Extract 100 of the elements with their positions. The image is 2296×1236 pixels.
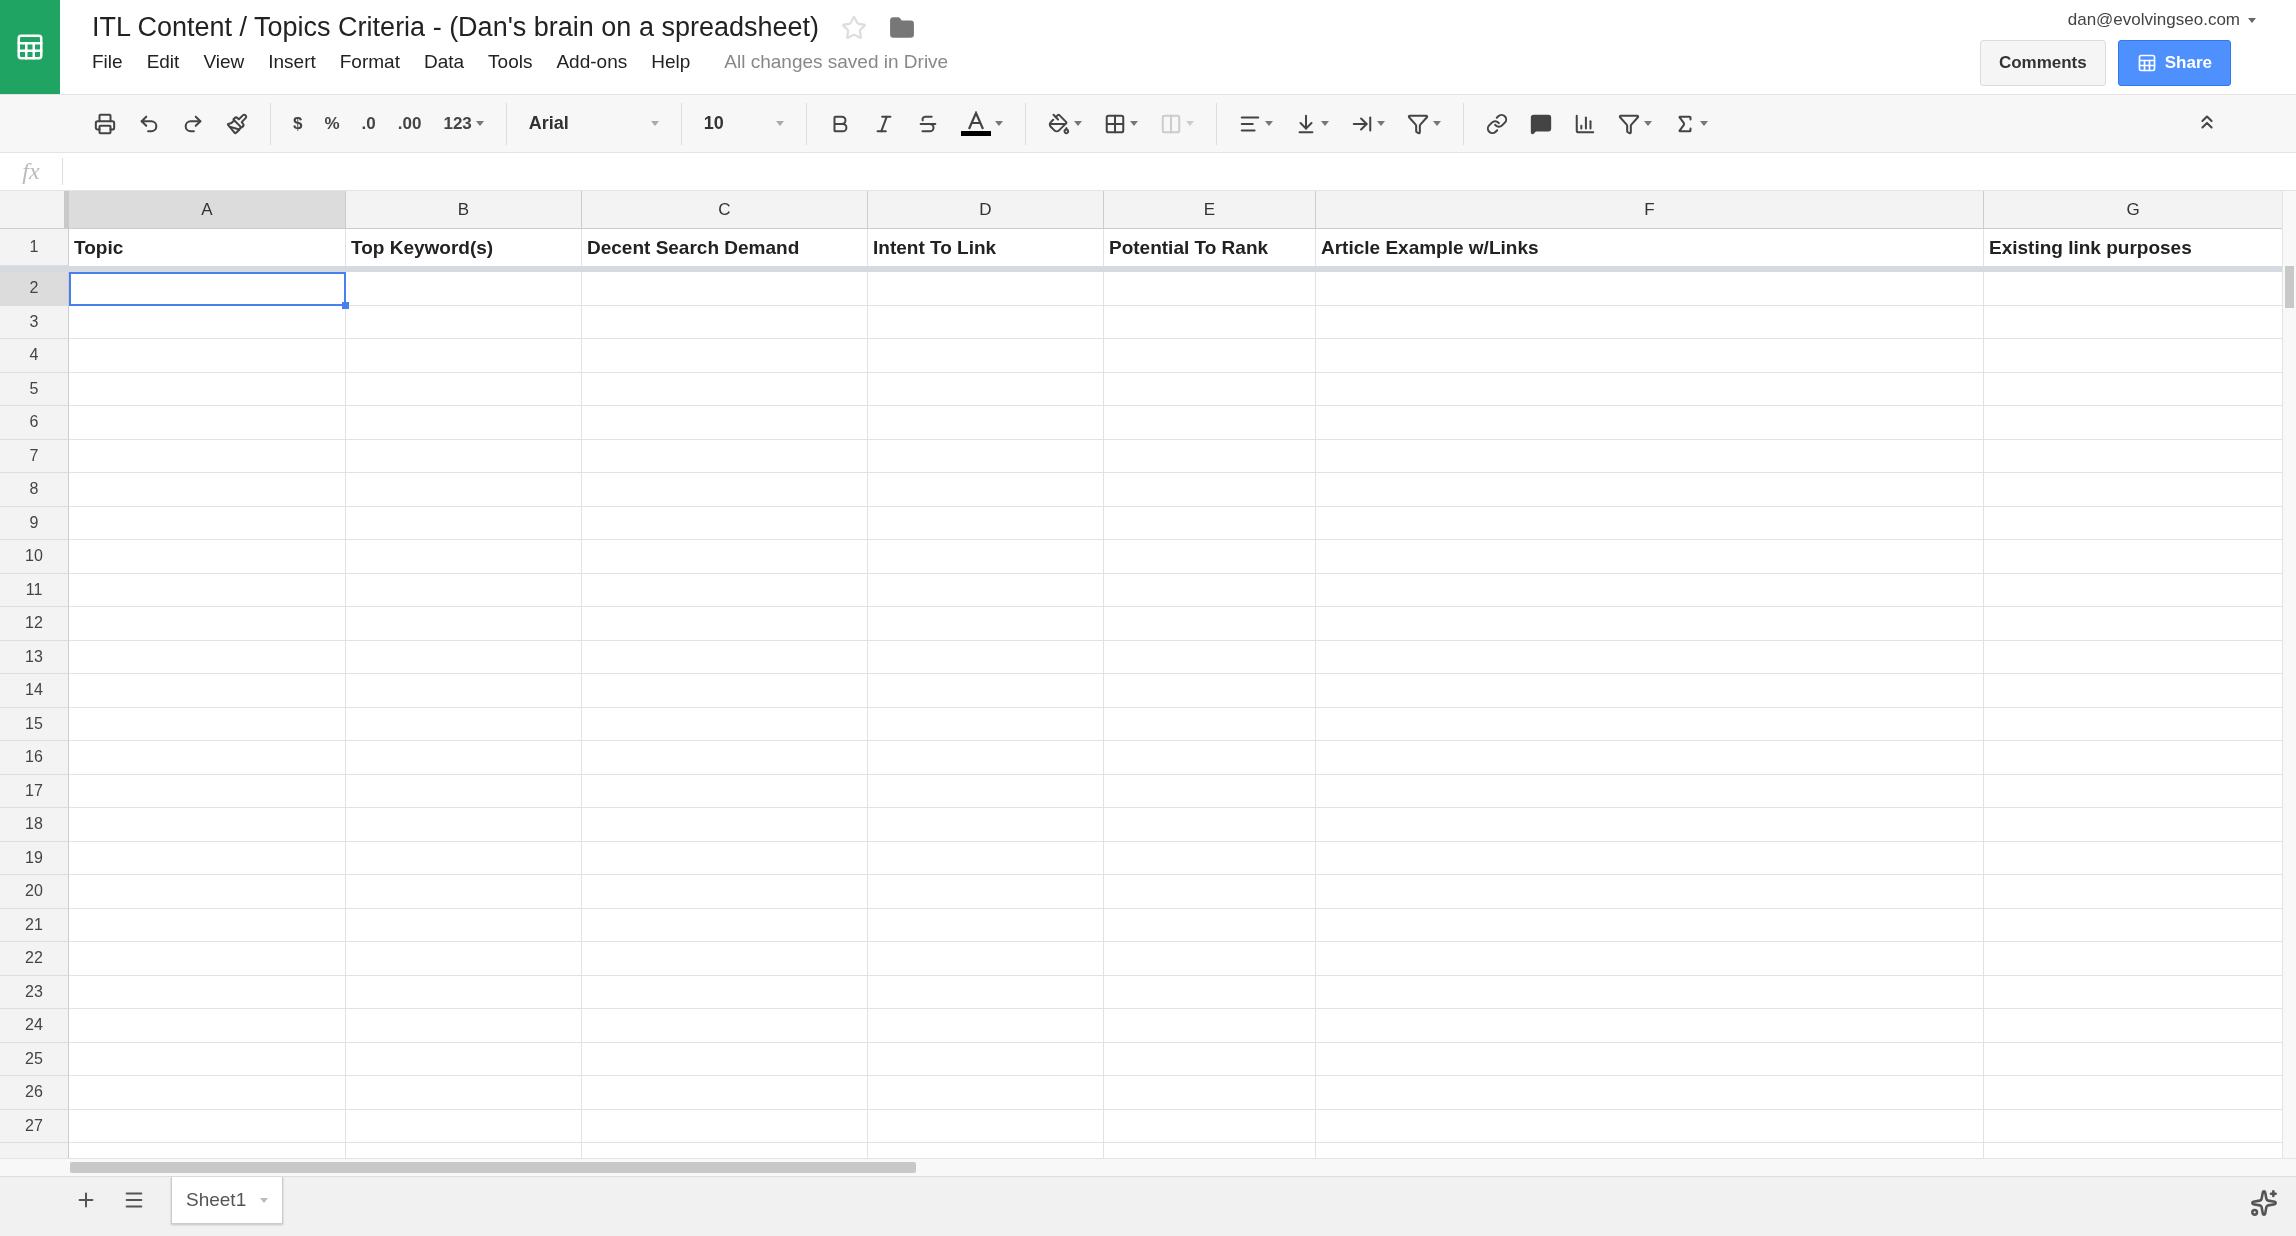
table-cell[interactable] <box>868 406 1104 440</box>
table-cell[interactable] <box>346 1042 582 1076</box>
paint-bucket-icon[interactable] <box>1047 112 1070 135</box>
table-cell[interactable] <box>582 1109 868 1143</box>
table-cell[interactable] <box>346 774 582 808</box>
table-cell[interactable] <box>582 607 868 641</box>
row-header[interactable]: 21 <box>0 908 69 942</box>
table-cell[interactable] <box>346 372 582 406</box>
horizontal-scrollbar[interactable] <box>0 1158 2296 1176</box>
table-cell[interactable] <box>1104 573 1316 607</box>
table-cell[interactable] <box>868 841 1104 875</box>
column-header[interactable]: A <box>69 191 346 229</box>
comment-icon[interactable] <box>1529 112 1552 135</box>
table-cell[interactable] <box>1104 1109 1316 1143</box>
caret-icon[interactable] <box>1129 121 1138 126</box>
table-cell[interactable] <box>1104 339 1316 373</box>
column-header[interactable]: F <box>1316 191 1984 229</box>
table-cell[interactable] <box>868 305 1104 339</box>
table-cell[interactable] <box>1104 607 1316 641</box>
table-cell[interactable] <box>69 406 346 440</box>
table-cell[interactable] <box>346 305 582 339</box>
table-cell[interactable] <box>1316 506 1984 540</box>
row-header[interactable]: 4 <box>0 339 69 373</box>
borders-icon[interactable] <box>1103 112 1126 135</box>
font-select[interactable]: Arial <box>528 113 659 134</box>
row-header[interactable]: 14 <box>0 674 69 708</box>
table-cell[interactable] <box>1104 540 1316 574</box>
table-cell[interactable] <box>1316 1076 1984 1110</box>
table-cell[interactable] <box>582 272 868 306</box>
table-cell[interactable] <box>1316 372 1984 406</box>
table-cell[interactable] <box>868 674 1104 708</box>
table-cell[interactable] <box>1104 506 1316 540</box>
table-cell[interactable] <box>1104 707 1316 741</box>
table-cell[interactable] <box>868 506 1104 540</box>
row-header[interactable]: 9 <box>0 506 69 540</box>
star-icon[interactable] <box>841 14 867 41</box>
table-cell[interactable] <box>868 439 1104 473</box>
table-cell[interactable] <box>346 975 582 1009</box>
format-button[interactable]: 123 <box>443 113 472 134</box>
table-cell[interactable] <box>346 339 582 373</box>
table-cell[interactable] <box>1316 540 1984 574</box>
table-cell[interactable] <box>69 439 346 473</box>
caret-icon[interactable] <box>994 121 1003 126</box>
table-cell[interactable] <box>868 1076 1104 1110</box>
table-cell[interactable] <box>582 774 868 808</box>
table-cell[interactable] <box>868 272 1104 306</box>
table-cell[interactable] <box>582 1076 868 1110</box>
row-header[interactable]: 22 <box>0 942 69 976</box>
table-cell[interactable] <box>69 339 346 373</box>
table-cell[interactable] <box>1104 439 1316 473</box>
format-button[interactable]: .0 <box>361 113 376 134</box>
paint-format-icon[interactable] <box>226 112 248 135</box>
table-cell[interactable] <box>69 942 346 976</box>
table-cell[interactable] <box>346 1076 582 1110</box>
table-cell[interactable] <box>582 674 868 708</box>
table-cell[interactable] <box>582 707 868 741</box>
table-cell[interactable] <box>346 707 582 741</box>
table-cell[interactable] <box>868 942 1104 976</box>
table-cell[interactable] <box>1104 808 1316 842</box>
folder-icon[interactable] <box>889 14 915 41</box>
row-header[interactable]: 17 <box>0 774 69 808</box>
table-cell[interactable] <box>868 607 1104 641</box>
table-cell[interactable] <box>69 372 346 406</box>
column-header[interactable]: B <box>346 191 582 229</box>
table-cell[interactable] <box>582 640 868 674</box>
table-cell[interactable] <box>69 1109 346 1143</box>
caret-icon[interactable] <box>1699 121 1708 126</box>
menu-item[interactable]: File <box>92 51 123 73</box>
table-cell[interactable] <box>1104 674 1316 708</box>
table-cell[interactable] <box>1316 1042 1984 1076</box>
table-cell[interactable] <box>346 640 582 674</box>
caret-icon[interactable] <box>1643 121 1652 126</box>
row-header[interactable]: 11 <box>0 573 69 607</box>
column-header[interactable]: G <box>1984 191 2282 229</box>
table-cell[interactable] <box>1104 372 1316 406</box>
table-cell[interactable] <box>346 506 582 540</box>
table-cell[interactable] <box>1104 1076 1316 1110</box>
caret-icon[interactable] <box>1376 121 1385 126</box>
table-cell[interactable] <box>69 607 346 641</box>
row-header[interactable]: 13 <box>0 640 69 674</box>
table-cell[interactable] <box>582 573 868 607</box>
table-cell[interactable] <box>1316 674 1984 708</box>
link-icon[interactable] <box>1485 112 1508 135</box>
share-icon[interactable] <box>2136 53 2157 73</box>
table-cell[interactable] <box>346 406 582 440</box>
selected-cell[interactable] <box>69 272 346 306</box>
row-header[interactable]: 25 <box>0 1042 69 1076</box>
table-cell[interactable] <box>69 506 346 540</box>
menu-item[interactable]: Tools <box>488 51 533 73</box>
table-cell[interactable] <box>69 573 346 607</box>
table-cell[interactable] <box>346 908 582 942</box>
table-cell[interactable] <box>69 707 346 741</box>
table-cell[interactable] <box>868 707 1104 741</box>
table-cell[interactable] <box>346 674 582 708</box>
table-cell[interactable] <box>1316 841 1984 875</box>
table-cell[interactable] <box>1316 1109 1984 1143</box>
table-cell[interactable] <box>1316 774 1984 808</box>
menu-item[interactable]: View <box>203 51 245 73</box>
font-size-select[interactable]: 10 <box>703 113 784 134</box>
table-cell[interactable] <box>868 1009 1104 1043</box>
